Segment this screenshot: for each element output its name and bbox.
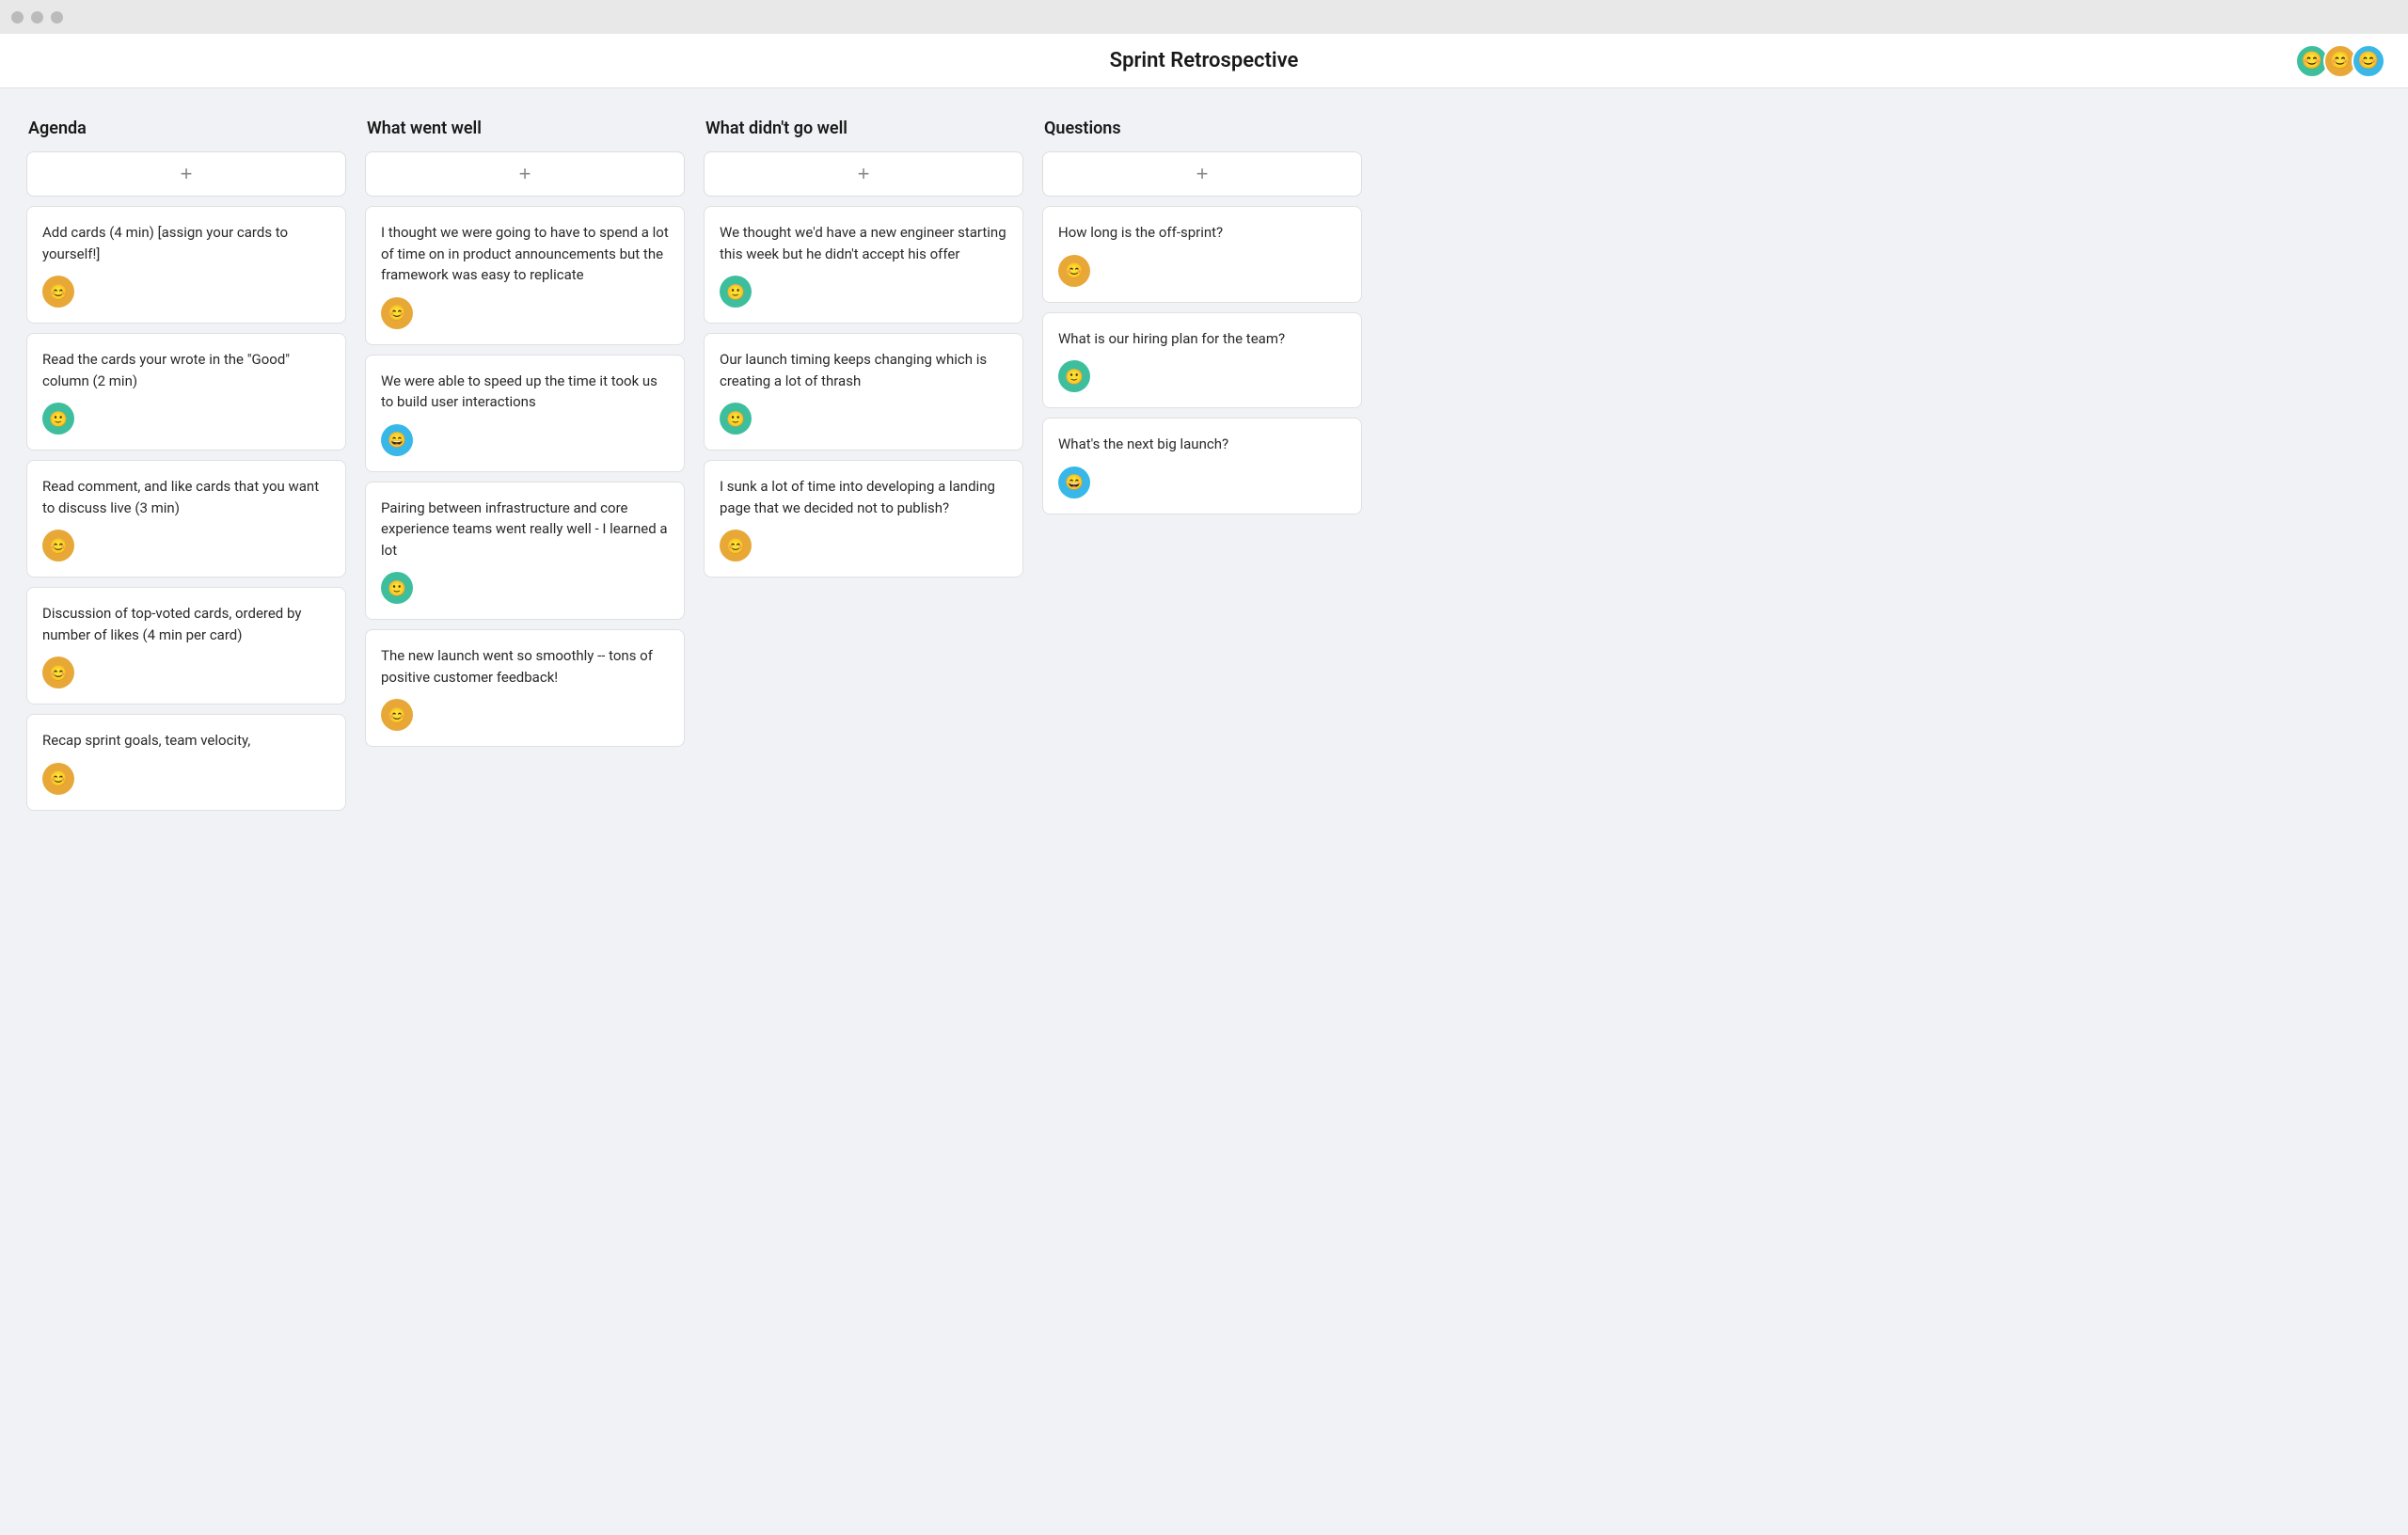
add-card-button-went-well[interactable]: + [365,151,685,197]
column-header-questions: Questions [1042,119,1362,138]
card-avatar-agenda-0: 😊 [42,276,74,308]
card-went-well-2: Pairing between infrastructure and core … [365,482,685,621]
title-bar [0,0,2408,34]
header-avatar-2: 😊 [2352,44,2385,78]
card-avatar-went-well-1: 😄 [381,424,413,456]
app-header: Sprint Retrospective 😊😊😊 [0,34,2408,88]
card-went-well-0: I thought we were going to have to spend… [365,206,685,345]
column-header-didnt-go-well: What didn't go well [704,119,1023,138]
card-text-went-well-2: Pairing between infrastructure and core … [381,498,669,562]
card-avatar-went-well-3: 😊 [381,699,413,731]
card-avatar-questions-1: 🙂 [1058,360,1090,392]
column-agenda: Agenda + Add cards (4 min) [assign your ca… [26,119,346,820]
card-questions-1: What is our hiring plan for the team? 🙂 [1042,312,1362,409]
card-agenda-2: Read comment, and like cards that you wa… [26,460,346,578]
add-card-button-agenda[interactable]: + [26,151,346,197]
card-avatar-agenda-2: 😊 [42,530,74,562]
card-text-questions-0: How long is the off-sprint? [1058,222,1346,244]
card-text-agenda-1: Read the cards your wrote in the "Good" … [42,349,330,391]
card-agenda-4: Recap sprint goals, team velocity, 😊 [26,714,346,811]
card-avatar-went-well-2: 🙂 [381,572,413,604]
traffic-light-green[interactable] [51,11,63,24]
card-text-agenda-4: Recap sprint goals, team velocity, [42,730,330,752]
card-avatar-questions-2: 😄 [1058,467,1090,498]
traffic-light-yellow[interactable] [31,11,43,24]
card-avatar-agenda-4: 😊 [42,763,74,795]
card-avatar-didnt-go-well-0: 🙂 [720,276,752,308]
card-text-went-well-1: We were able to speed up the time it too… [381,371,669,413]
board: Agenda + Add cards (4 min) [assign your ca… [0,88,2408,850]
card-didnt-go-well-2: I sunk a lot of time into developing a l… [704,460,1023,578]
card-text-agenda-3: Discussion of top-voted cards, ordered b… [42,603,330,645]
card-text-agenda-0: Add cards (4 min) [assign your cards to … [42,222,330,264]
card-text-didnt-go-well-2: I sunk a lot of time into developing a l… [720,476,1007,518]
column-went-well: What went well + I thought we were going t… [365,119,685,820]
add-card-button-questions[interactable]: + [1042,151,1362,197]
card-didnt-go-well-0: We thought we'd have a new engineer star… [704,206,1023,324]
card-avatar-agenda-1: 🙂 [42,403,74,435]
card-avatar-agenda-3: 😊 [42,657,74,688]
card-text-agenda-2: Read comment, and like cards that you wa… [42,476,330,518]
card-avatar-didnt-go-well-1: 🙂 [720,403,752,435]
card-agenda-1: Read the cards your wrote in the "Good" … [26,333,346,451]
header-avatars: 😊😊😊 [2295,44,2385,78]
card-agenda-3: Discussion of top-voted cards, ordered b… [26,587,346,704]
column-didnt-go-well: What didn't go well + We thought we'd have… [704,119,1023,820]
card-avatar-questions-0: 😊 [1058,255,1090,287]
column-questions: Questions + How long is the off-sprint? 😊 Wh… [1042,119,1362,820]
add-card-button-didnt-go-well[interactable]: + [704,151,1023,197]
card-text-didnt-go-well-1: Our launch timing keeps changing which i… [720,349,1007,391]
card-text-questions-2: What's the next big launch? [1058,434,1346,455]
card-went-well-3: The new launch went so smoothly -- tons … [365,629,685,747]
card-went-well-1: We were able to speed up the time it too… [365,355,685,472]
card-questions-0: How long is the off-sprint? 😊 [1042,206,1362,303]
page-title: Sprint Retrospective [1110,49,1299,72]
card-text-didnt-go-well-0: We thought we'd have a new engineer star… [720,222,1007,264]
card-text-questions-1: What is our hiring plan for the team? [1058,328,1346,350]
card-questions-2: What's the next big launch? 😄 [1042,418,1362,514]
card-avatar-didnt-go-well-2: 😊 [720,530,752,562]
column-header-went-well: What went well [365,119,685,138]
card-didnt-go-well-1: Our launch timing keeps changing which i… [704,333,1023,451]
card-avatar-went-well-0: 😊 [381,297,413,329]
card-text-went-well-3: The new launch went so smoothly -- tons … [381,645,669,688]
column-header-agenda: Agenda [26,119,346,138]
card-agenda-0: Add cards (4 min) [assign your cards to … [26,206,346,324]
card-text-went-well-0: I thought we were going to have to spend… [381,222,669,286]
traffic-light-red[interactable] [11,11,24,24]
